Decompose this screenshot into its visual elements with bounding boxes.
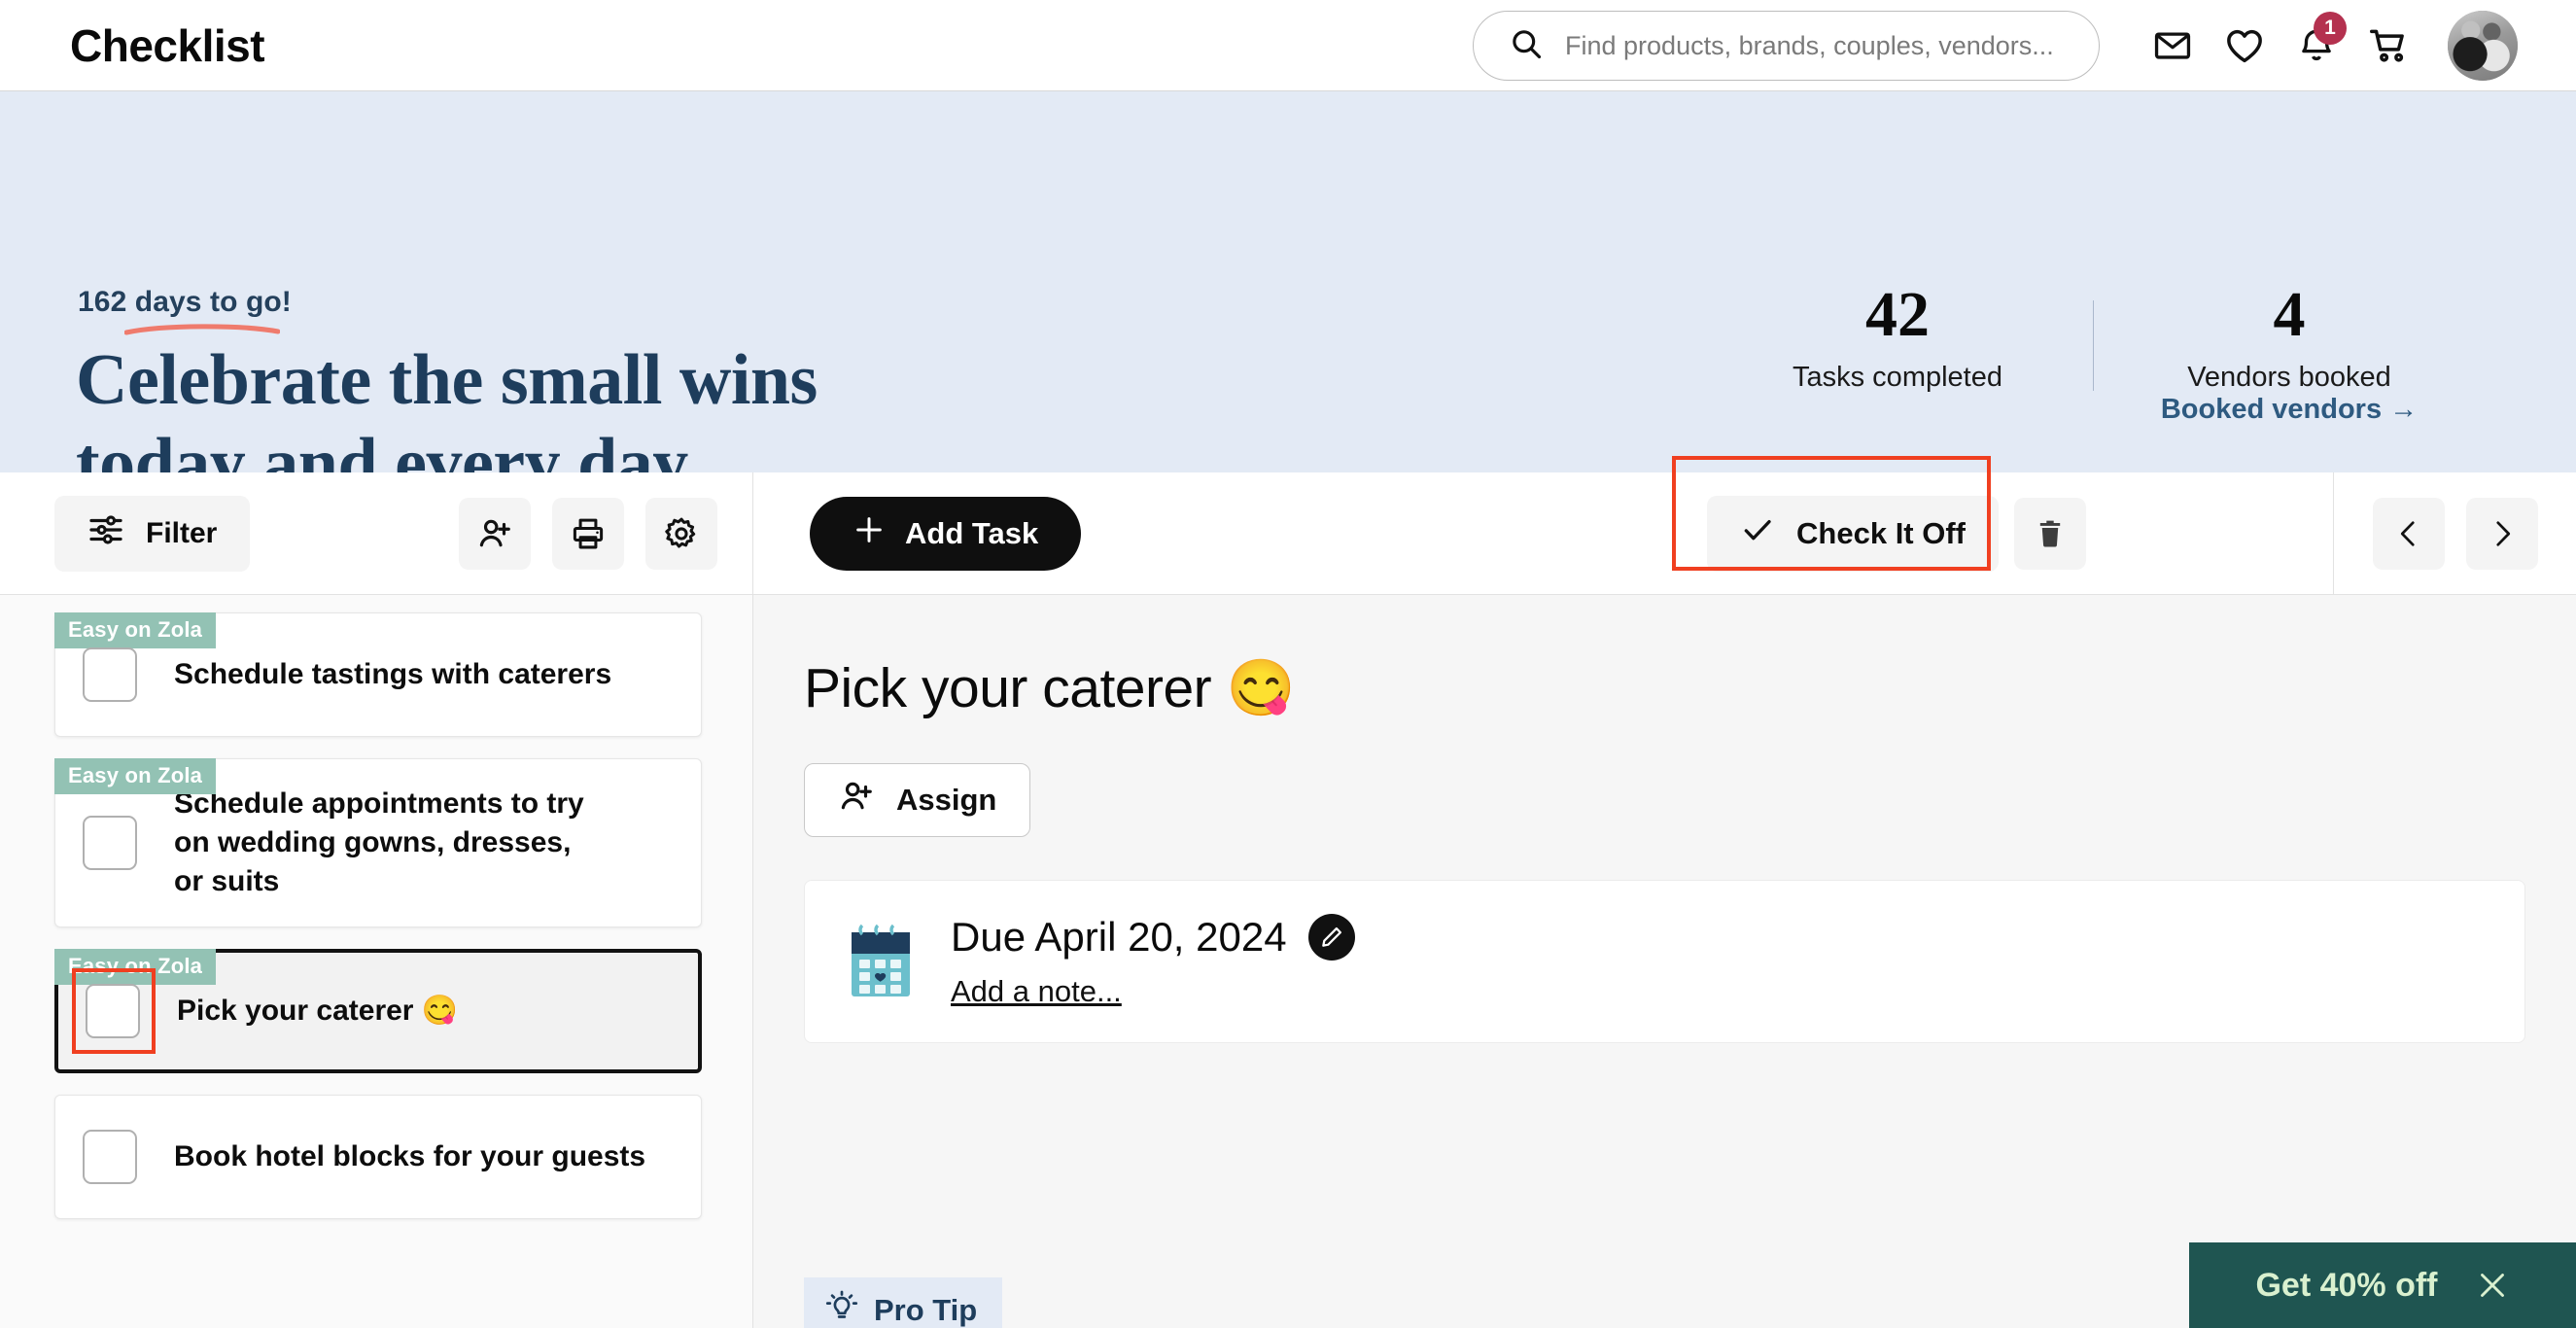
- gear-icon[interactable]: [645, 497, 717, 570]
- add-task-button[interactable]: Add Task: [810, 496, 1082, 571]
- stats-divider: [2093, 300, 2094, 392]
- plus-icon: [853, 513, 886, 554]
- search-input[interactable]: Find products, brands, couples, vendors.…: [1473, 11, 2100, 81]
- toolbar-left-section: Filter: [0, 472, 753, 595]
- edit-pencil-icon[interactable]: [1307, 914, 1355, 961]
- pro-tip-tab: Pro Tip: [804, 1277, 1003, 1328]
- due-date-row: Due April 20, 2024: [951, 914, 1355, 961]
- stat-tasks-completed: 42 Tasks completed: [1747, 281, 2048, 394]
- stat-value: 42: [1865, 279, 1930, 350]
- easy-on-zola-badge: Easy on Zola: [54, 758, 217, 794]
- heart-icon[interactable]: [2209, 10, 2280, 82]
- toolbar-middle-section: Add Task Check It Off: [753, 455, 2333, 595]
- avatar-image: [2448, 11, 2518, 81]
- bell-icon[interactable]: 1: [2280, 10, 2352, 82]
- checkbox-wrapper: [83, 1129, 137, 1184]
- add-a-note-link[interactable]: Add a note...: [951, 974, 1122, 1009]
- search-icon: [1509, 26, 1544, 66]
- promo-text: Get 40% off: [2255, 1266, 2438, 1304]
- stat-vendors-booked: 4 Vendors booked Booked vendors →: [2139, 281, 2440, 426]
- booked-vendors-link[interactable]: Booked vendors →: [2161, 394, 2418, 425]
- toolbar: Filter Add Task Check It Off: [0, 455, 2576, 595]
- due-date-text: Due April 20, 2024: [951, 914, 1287, 960]
- stats-group: 42 Tasks completed 4 Vendors booked Book…: [1747, 281, 2440, 426]
- add-task-label: Add Task: [905, 515, 1039, 550]
- trash-icon[interactable]: [2014, 497, 2086, 570]
- checkbox-wrapper: [83, 647, 137, 702]
- hero-banner: 162 days to go! Celebrate the small wins…: [0, 91, 2576, 504]
- promo-banner[interactable]: Get 40% off: [2189, 1242, 2576, 1328]
- chevron-right-icon[interactable]: [2465, 497, 2538, 570]
- pro-tip-tab-wrapper: Pro Tip: [804, 1277, 1003, 1328]
- hero-headline-line1: Celebrate the small wins: [76, 340, 818, 420]
- calendar-icon: [846, 923, 916, 1000]
- detail-task-title: Pick your caterer 😋: [804, 657, 1295, 719]
- filter-label: Filter: [146, 516, 218, 549]
- task-title: Schedule tastings with caterers: [174, 658, 612, 691]
- task-list-item[interactable]: Book hotel blocks for your guests: [54, 1094, 702, 1219]
- check-it-off-group: Check It Off: [1672, 455, 2086, 572]
- lightbulb-icon: [825, 1290, 858, 1328]
- task-title: Pick your caterer 😋: [177, 994, 459, 1027]
- page-title: Checklist: [70, 19, 265, 71]
- stat-label: Vendors booked: [2187, 362, 2391, 394]
- chevron-left-icon[interactable]: [2372, 497, 2445, 570]
- assign-person-icon[interactable]: [459, 497, 531, 570]
- checkmark-icon: [1740, 512, 1775, 555]
- notification-badge: 1: [2314, 12, 2347, 45]
- filter-button[interactable]: Filter: [54, 495, 251, 572]
- days-to-go-text: 162 days to go!: [78, 286, 292, 318]
- checkbox-wrapper: [83, 815, 137, 870]
- search-placeholder-text: Find products, brands, couples, vendors.…: [1565, 30, 2054, 60]
- pro-tip-label: Pro Tip: [874, 1293, 978, 1327]
- task-title: Book hotel blocks for your guests: [174, 1139, 646, 1172]
- stat-label: Tasks completed: [1793, 362, 2002, 394]
- easy-on-zola-badge: Easy on Zola: [54, 612, 217, 648]
- due-date-card: Due April 20, 2024 Add a note...: [804, 880, 2525, 1043]
- task-list-panel[interactable]: Easy on Zola Schedule tastings with cate…: [0, 595, 753, 1328]
- cart-icon[interactable]: [2352, 10, 2424, 82]
- assign-person-icon: [838, 778, 875, 822]
- easy-on-zola-badge: Easy on Zola: [54, 948, 217, 985]
- pagination-controls: [2333, 472, 2576, 595]
- main-content-area: Easy on Zola Schedule tastings with cate…: [0, 595, 2576, 1328]
- task-checkbox[interactable]: [83, 815, 137, 870]
- assign-button[interactable]: Assign: [804, 763, 1031, 837]
- task-detail-panel: Pick your caterer 😋 Assign Due April 20,…: [753, 595, 2576, 1328]
- underline-flourish: [124, 324, 280, 335]
- task-checkbox[interactable]: [83, 1129, 137, 1184]
- check-it-off-button[interactable]: Check It Off: [1707, 495, 1999, 572]
- task-list-item-selected[interactable]: Easy on Zola Pick your caterer 😋: [54, 948, 702, 1073]
- top-navigation-bar: Checklist Find products, brands, couples…: [0, 0, 2576, 91]
- task-title: Schedule appointments to try on wedding …: [174, 787, 584, 897]
- task-list-item[interactable]: Easy on Zola Schedule tastings with cate…: [54, 612, 702, 737]
- mail-icon[interactable]: [2137, 10, 2209, 82]
- countdown-wrapper: 162 days to go!: [78, 286, 292, 335]
- toolbar-icon-group: [459, 497, 717, 570]
- stat-value: 4: [2273, 279, 2306, 350]
- sliders-icon: [87, 511, 124, 556]
- close-icon[interactable]: [2475, 1268, 2510, 1303]
- due-date-content: Due April 20, 2024 Add a note...: [951, 914, 1355, 1009]
- check-it-off-label: Check It Off: [1796, 515, 1966, 550]
- avatar[interactable]: [2448, 11, 2518, 81]
- assign-label: Assign: [896, 783, 997, 817]
- checkbox-wrapper: [72, 967, 156, 1054]
- task-checkbox[interactable]: [83, 647, 137, 702]
- print-icon[interactable]: [552, 497, 624, 570]
- nav-right-cluster: Find products, brands, couples, vendors.…: [1473, 0, 2518, 91]
- task-list-item[interactable]: Easy on Zola Schedule appointments to tr…: [54, 758, 702, 927]
- task-checkbox[interactable]: [86, 983, 140, 1038]
